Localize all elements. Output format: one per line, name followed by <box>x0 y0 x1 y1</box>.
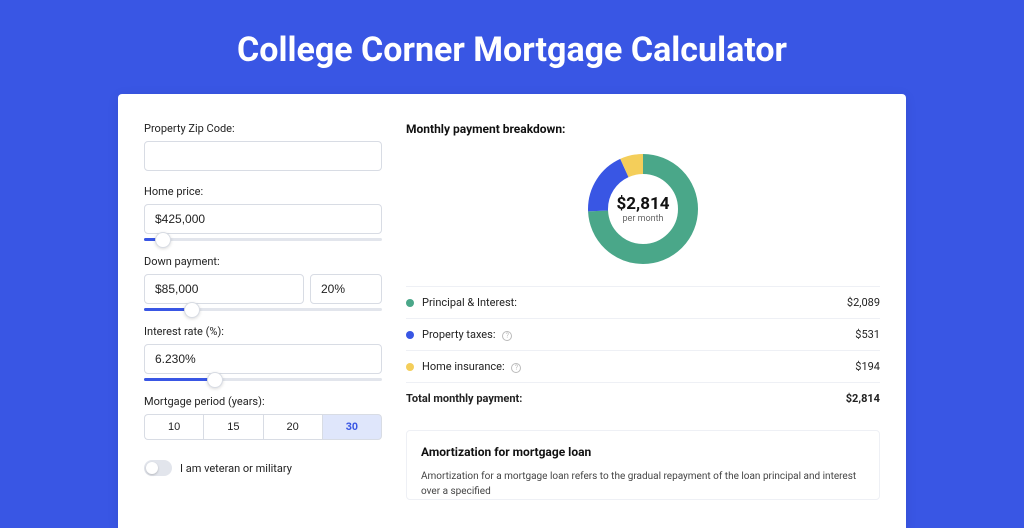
legend-label: Property taxes: ? <box>422 328 855 341</box>
legend-value: $2,089 <box>847 296 880 309</box>
home-price-input[interactable] <box>144 204 382 234</box>
legend-row-total: Total monthly payment: $2,814 <box>406 382 880 414</box>
interest-slider[interactable] <box>144 378 382 381</box>
slider-thumb-icon[interactable] <box>207 372 223 388</box>
veteran-row: I am veteran or military <box>144 460 382 476</box>
home-price-label: Home price: <box>144 185 382 198</box>
interest-label: Interest rate (%): <box>144 325 382 338</box>
legend-label-text: Home insurance: <box>422 360 505 373</box>
period-segmented: 10 15 20 30 <box>144 414 382 440</box>
legend-value: $194 <box>855 360 880 373</box>
legend-value: $531 <box>855 328 880 341</box>
interest-group: Interest rate (%): <box>144 325 382 381</box>
donut-chart: $2,814 per month <box>584 150 702 268</box>
down-payment-input[interactable] <box>144 274 304 304</box>
info-icon[interactable]: ? <box>511 363 521 373</box>
info-icon[interactable]: ? <box>502 331 512 341</box>
home-price-group: Home price: <box>144 185 382 241</box>
calculator-card: Property Zip Code: Home price: Down paym… <box>118 94 906 528</box>
legend-row-taxes: Property taxes: ? $531 <box>406 318 880 350</box>
down-payment-group: Down payment: <box>144 255 382 311</box>
amortization-box: Amortization for mortgage loan Amortizat… <box>406 430 880 500</box>
down-payment-slider[interactable] <box>144 308 382 311</box>
zip-input[interactable] <box>144 141 382 171</box>
zip-group: Property Zip Code: <box>144 122 382 171</box>
form-column: Property Zip Code: Home price: Down paym… <box>144 122 382 500</box>
amortization-body: Amortization for a mortgage loan refers … <box>421 469 865 499</box>
period-group: Mortgage period (years): 10 15 20 30 <box>144 395 382 440</box>
slider-thumb-icon[interactable] <box>155 232 171 248</box>
veteran-label: I am veteran or military <box>180 462 292 475</box>
breakdown-column: Monthly payment breakdown: $2,814 per mo… <box>406 122 880 500</box>
slider-thumb-icon[interactable] <box>184 302 200 318</box>
period-option-20[interactable]: 20 <box>263 414 322 440</box>
legend-row-insurance: Home insurance: ? $194 <box>406 350 880 382</box>
zip-label: Property Zip Code: <box>144 122 382 135</box>
dot-icon <box>406 299 414 307</box>
amortization-title: Amortization for mortgage loan <box>421 445 865 459</box>
period-option-15[interactable]: 15 <box>203 414 262 440</box>
donut-sub: per month <box>617 214 670 224</box>
interest-input[interactable] <box>144 344 382 374</box>
period-option-30[interactable]: 30 <box>322 414 382 440</box>
legend-label: Home insurance: ? <box>422 360 855 373</box>
home-price-slider[interactable] <box>144 238 382 241</box>
breakdown-title: Monthly payment breakdown: <box>406 122 880 136</box>
page-title: College Corner Mortgage Calculator <box>0 0 1024 94</box>
down-payment-pct-input[interactable] <box>310 274 382 304</box>
period-label: Mortgage period (years): <box>144 395 382 408</box>
legend-row-principal: Principal & Interest: $2,089 <box>406 286 880 318</box>
legend-label-text: Property taxes: <box>422 328 495 341</box>
total-label: Total monthly payment: <box>406 392 846 405</box>
donut-amount: $2,814 <box>617 194 670 214</box>
veteran-toggle[interactable] <box>144 460 172 476</box>
period-option-10[interactable]: 10 <box>144 414 203 440</box>
toggle-knob-icon <box>146 462 158 474</box>
dot-icon <box>406 363 414 371</box>
dot-icon <box>406 331 414 339</box>
down-payment-label: Down payment: <box>144 255 382 268</box>
donut-center: $2,814 per month <box>617 194 670 224</box>
total-value: $2,814 <box>846 392 880 405</box>
legend-label: Principal & Interest: <box>422 296 847 309</box>
